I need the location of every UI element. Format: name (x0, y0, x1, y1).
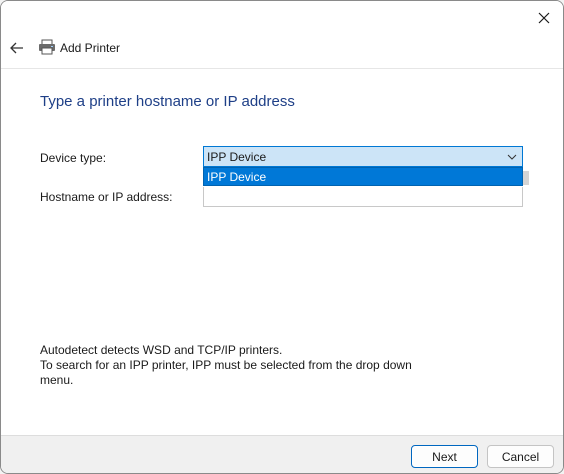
title-bar (1, 1, 563, 35)
next-button[interactable]: Next (411, 445, 478, 468)
dropdown-option-label: IPP Device (207, 170, 267, 184)
wizard-header: Add Printer (1, 35, 563, 68)
hostname-label: Hostname or IP address: (40, 190, 173, 204)
cancel-button[interactable]: Cancel (487, 445, 554, 468)
dropdown-shadow (523, 171, 529, 185)
info-line-2: To search for an IPP printer, IPP must b… (40, 358, 412, 387)
info-line-1: Autodetect detects WSD and TCP/IP printe… (40, 343, 283, 357)
device-type-dropdown-option[interactable]: IPP Device (203, 167, 523, 186)
wizard-content: Type a printer hostname or IP address De… (1, 69, 563, 435)
page-title: Type a printer hostname or IP address (40, 93, 295, 110)
wizard-footer: Next Cancel (1, 435, 563, 473)
printer-icon (39, 39, 55, 55)
close-button[interactable] (531, 5, 557, 31)
device-type-select[interactable]: IPP Device (203, 146, 523, 167)
chevron-down-icon (507, 154, 517, 160)
add-printer-window: Add Printer Type a printer hostname or I… (0, 0, 564, 474)
close-icon (538, 12, 550, 24)
hostname-input[interactable] (203, 187, 523, 207)
device-type-value: IPP Device (207, 150, 267, 164)
back-button[interactable] (7, 38, 27, 58)
header-title: Add Printer (60, 41, 121, 55)
info-text: Autodetect detects WSD and TCP/IP printe… (40, 343, 440, 388)
device-type-label: Device type: (40, 151, 107, 165)
back-arrow-icon (10, 42, 23, 54)
